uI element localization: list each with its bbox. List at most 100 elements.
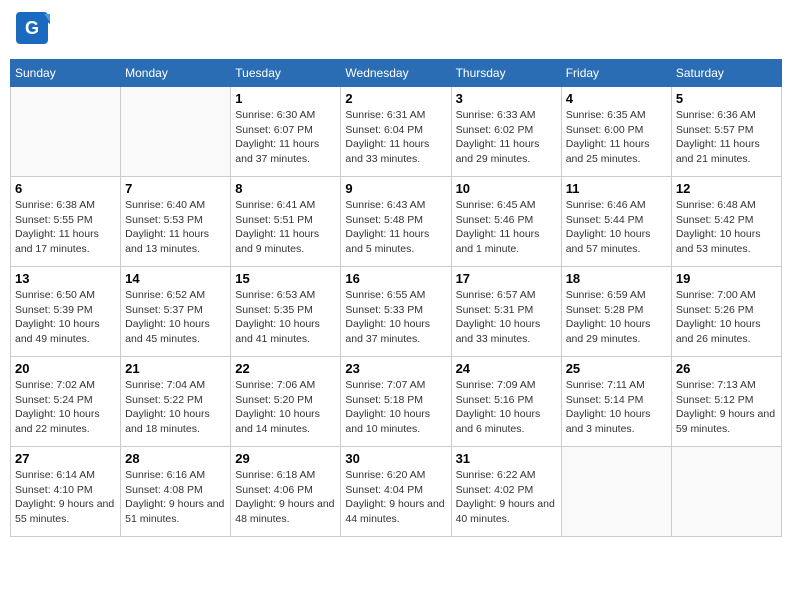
- day-number: 27: [15, 451, 116, 466]
- calendar-cell: 24Sunrise: 7:09 AM Sunset: 5:16 PM Dayli…: [451, 357, 561, 447]
- day-info: Sunrise: 6:43 AM Sunset: 5:48 PM Dayligh…: [345, 198, 446, 257]
- day-number: 23: [345, 361, 446, 376]
- calendar-cell: 4 Sunrise: 6:35 AM Sunset: 6:00 PM Daylig…: [561, 87, 671, 177]
- day-number: 7: [125, 181, 226, 196]
- day-number: 1: [235, 91, 336, 106]
- weekday-header-thursday: Thursday: [451, 60, 561, 87]
- day-number: 22: [235, 361, 336, 376]
- day-info: Sunrise: 7:09 AM Sunset: 5:16 PM Dayligh…: [456, 378, 557, 437]
- day-number: 14: [125, 271, 226, 286]
- calendar-cell: 23 Sunrise: 7:07 AM Sunset: 5:18 PM Dayli…: [341, 357, 451, 447]
- day-number: 11: [566, 181, 667, 196]
- calendar-cell: 8 Sunrise: 6:41 AM Sunset: 5:51 PM Daylig…: [231, 177, 341, 267]
- day-info: Sunrise: 6:16 AM Sunset: 4:08 PM Dayligh…: [125, 468, 226, 527]
- day-info: Sunrise: 6:35 AM Sunset: 6:00 PM Dayligh…: [566, 108, 667, 167]
- day-number: 31: [456, 451, 557, 466]
- calendar-cell: 12 Sunrise: 6:48 AM Sunset: 5:42 PM Dayli…: [671, 177, 781, 267]
- calendar-cell: 3Sunrise: 6:33 AM Sunset: 6:02 PM Daylig…: [451, 87, 561, 177]
- day-info: Sunrise: 6:45 AM Sunset: 5:46 PM Dayligh…: [456, 198, 557, 257]
- day-number: 30: [345, 451, 446, 466]
- day-info: Sunrise: 6:40 AM Sunset: 5:53 PM Dayligh…: [125, 198, 226, 257]
- day-info: Sunrise: 6:57 AM Sunset: 5:31 PM Dayligh…: [456, 288, 557, 347]
- calendar-cell: 14 Sunrise: 6:52 AM Sunset: 5:37 PM Dayli…: [121, 267, 231, 357]
- weekday-header-sunday: Sunday: [11, 60, 121, 87]
- day-info: Sunrise: 6:52 AM Sunset: 5:37 PM Dayligh…: [125, 288, 226, 347]
- calendar-week-5: 27 Sunrise: 6:14 AM Sunset: 4:10 PM Dayli…: [11, 447, 782, 537]
- day-number: 2: [345, 91, 446, 106]
- day-number: 29: [235, 451, 336, 466]
- day-info: Sunrise: 6:31 AM Sunset: 6:04 PM Dayligh…: [345, 108, 446, 167]
- day-number: 17: [456, 271, 557, 286]
- weekday-header-tuesday: Tuesday: [231, 60, 341, 87]
- day-number: 18: [566, 271, 667, 286]
- calendar-cell: 16 Sunrise: 6:55 AM Sunset: 5:33 PM Dayli…: [341, 267, 451, 357]
- calendar-cell: 10Sunrise: 6:45 AM Sunset: 5:46 PM Dayli…: [451, 177, 561, 267]
- day-number: 9: [345, 181, 446, 196]
- calendar-cell: 7 Sunrise: 6:40 AM Sunset: 5:53 PM Daylig…: [121, 177, 231, 267]
- calendar-cell: 21 Sunrise: 7:04 AM Sunset: 5:22 PM Dayli…: [121, 357, 231, 447]
- calendar-table: SundayMondayTuesdayWednesdayThursdayFrid…: [10, 59, 782, 537]
- day-number: 8: [235, 181, 336, 196]
- calendar-week-4: 20 Sunrise: 7:02 AM Sunset: 5:24 PM Dayli…: [11, 357, 782, 447]
- day-number: 25: [566, 361, 667, 376]
- calendar-cell: 9 Sunrise: 6:43 AM Sunset: 5:48 PM Daylig…: [341, 177, 451, 267]
- day-info: Sunrise: 6:59 AM Sunset: 5:28 PM Dayligh…: [566, 288, 667, 347]
- calendar-cell: 13 Sunrise: 6:50 AM Sunset: 5:39 PM Dayli…: [11, 267, 121, 357]
- calendar-cell: [671, 447, 781, 537]
- day-info: Sunrise: 7:07 AM Sunset: 5:18 PM Dayligh…: [345, 378, 446, 437]
- calendar-cell: 6 Sunrise: 6:38 AM Sunset: 5:55 PM Daylig…: [11, 177, 121, 267]
- day-info: Sunrise: 7:06 AM Sunset: 5:20 PM Dayligh…: [235, 378, 336, 437]
- day-number: 12: [676, 181, 777, 196]
- calendar-cell: 31 Sunrise: 6:22 AM Sunset: 4:02 PM Dayli…: [451, 447, 561, 537]
- calendar-cell: 20 Sunrise: 7:02 AM Sunset: 5:24 PM Dayli…: [11, 357, 121, 447]
- calendar-cell: [561, 447, 671, 537]
- day-info: Sunrise: 6:22 AM Sunset: 4:02 PM Dayligh…: [456, 468, 557, 527]
- day-info: Sunrise: 7:02 AM Sunset: 5:24 PM Dayligh…: [15, 378, 116, 437]
- day-info: Sunrise: 7:11 AM Sunset: 5:14 PM Dayligh…: [566, 378, 667, 437]
- day-number: 6: [15, 181, 116, 196]
- day-info: Sunrise: 7:00 AM Sunset: 5:26 PM Dayligh…: [676, 288, 777, 347]
- calendar-cell: 28 Sunrise: 6:16 AM Sunset: 4:08 PM Dayli…: [121, 447, 231, 537]
- calendar-week-3: 13 Sunrise: 6:50 AM Sunset: 5:39 PM Dayli…: [11, 267, 782, 357]
- day-info: Sunrise: 6:20 AM Sunset: 4:04 PM Dayligh…: [345, 468, 446, 527]
- calendar-cell: 29 Sunrise: 6:18 AM Sunset: 4:06 PM Dayli…: [231, 447, 341, 537]
- day-number: 4: [566, 91, 667, 106]
- day-info: Sunrise: 6:53 AM Sunset: 5:35 PM Dayligh…: [235, 288, 336, 347]
- day-info: Sunrise: 6:38 AM Sunset: 5:55 PM Dayligh…: [15, 198, 116, 257]
- weekday-header-friday: Friday: [561, 60, 671, 87]
- calendar-week-2: 6 Sunrise: 6:38 AM Sunset: 5:55 PM Daylig…: [11, 177, 782, 267]
- svg-text:G: G: [25, 18, 39, 38]
- weekday-header-wednesday: Wednesday: [341, 60, 451, 87]
- day-number: 3: [456, 91, 557, 106]
- day-info: Sunrise: 6:14 AM Sunset: 4:10 PM Dayligh…: [15, 468, 116, 527]
- day-info: Sunrise: 6:48 AM Sunset: 5:42 PM Dayligh…: [676, 198, 777, 257]
- day-number: 21: [125, 361, 226, 376]
- logo-icon: G: [14, 10, 50, 51]
- calendar-cell: [121, 87, 231, 177]
- day-info: Sunrise: 6:30 AM Sunset: 6:07 PM Dayligh…: [235, 108, 336, 167]
- day-info: Sunrise: 6:46 AM Sunset: 5:44 PM Dayligh…: [566, 198, 667, 257]
- day-number: 28: [125, 451, 226, 466]
- calendar-cell: 27 Sunrise: 6:14 AM Sunset: 4:10 PM Dayli…: [11, 447, 121, 537]
- calendar-cell: 26Sunrise: 7:13 AM Sunset: 5:12 PM Dayli…: [671, 357, 781, 447]
- day-info: Sunrise: 6:55 AM Sunset: 5:33 PM Dayligh…: [345, 288, 446, 347]
- weekday-header-saturday: Saturday: [671, 60, 781, 87]
- day-info: Sunrise: 7:04 AM Sunset: 5:22 PM Dayligh…: [125, 378, 226, 437]
- calendar-cell: 25 Sunrise: 7:11 AM Sunset: 5:14 PM Dayli…: [561, 357, 671, 447]
- calendar-week-1: 1 Sunrise: 6:30 AM Sunset: 6:07 PM Daylig…: [11, 87, 782, 177]
- day-number: 13: [15, 271, 116, 286]
- day-number: 20: [15, 361, 116, 376]
- day-info: Sunrise: 6:18 AM Sunset: 4:06 PM Dayligh…: [235, 468, 336, 527]
- calendar-cell: [11, 87, 121, 177]
- calendar-cell: 1 Sunrise: 6:30 AM Sunset: 6:07 PM Daylig…: [231, 87, 341, 177]
- day-info: Sunrise: 6:41 AM Sunset: 5:51 PM Dayligh…: [235, 198, 336, 257]
- calendar-cell: 11 Sunrise: 6:46 AM Sunset: 5:44 PM Dayli…: [561, 177, 671, 267]
- day-info: Sunrise: 6:50 AM Sunset: 5:39 PM Dayligh…: [15, 288, 116, 347]
- day-number: 15: [235, 271, 336, 286]
- calendar-cell: 2 Sunrise: 6:31 AM Sunset: 6:04 PM Daylig…: [341, 87, 451, 177]
- day-number: 26: [676, 361, 777, 376]
- day-number: 16: [345, 271, 446, 286]
- calendar-cell: 17 Sunrise: 6:57 AM Sunset: 5:31 PM Dayli…: [451, 267, 561, 357]
- day-number: 19: [676, 271, 777, 286]
- day-info: Sunrise: 6:36 AM Sunset: 5:57 PM Dayligh…: [676, 108, 777, 167]
